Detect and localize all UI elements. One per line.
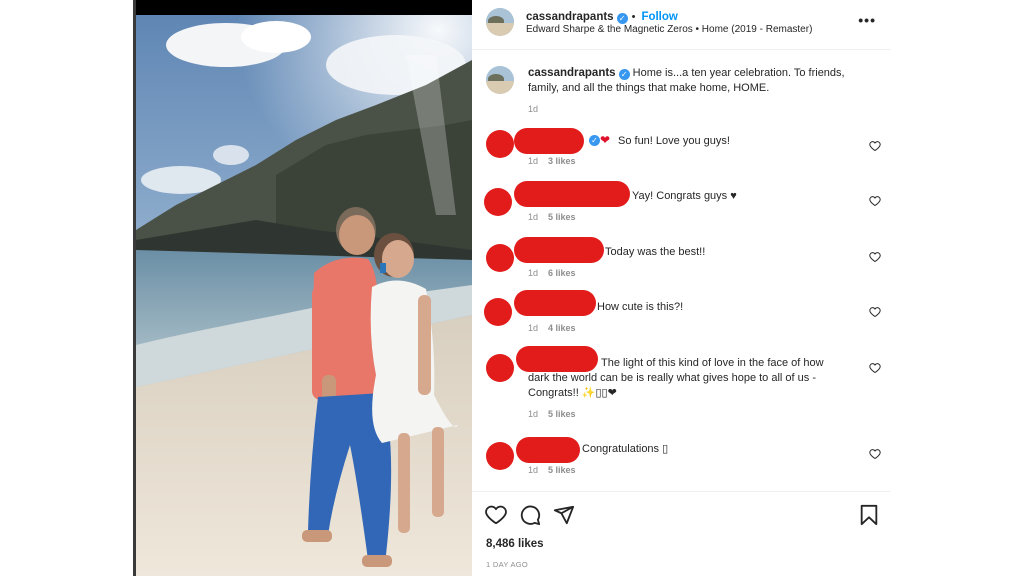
redacted-username (514, 128, 584, 154)
photo-top-bar (136, 0, 472, 15)
comment-text: Congratulations ▯ (582, 443, 669, 455)
like-comment-heart-icon[interactable] (869, 195, 881, 207)
heart-emoji: ❤ (600, 133, 611, 147)
comment-meta: 1d 5 likes (528, 409, 576, 419)
author-line: cassandrapants ✓ • Follow (526, 7, 678, 25)
comment-meta: 1d 5 likes (528, 212, 576, 222)
separator-dot: • (631, 11, 636, 23)
comment-text-line2: dark the world can be is really what giv… (528, 372, 816, 384)
comment-text: So fun! Love you guys! (618, 135, 730, 147)
redacted-username (514, 290, 596, 316)
caption-time: 1d (528, 104, 539, 114)
commenter-avatar[interactable] (484, 188, 512, 216)
comment-text: How cute is this?! (597, 301, 684, 313)
comment-time: 1d (528, 465, 539, 475)
comment-likes[interactable]: 6 likes (548, 268, 576, 278)
redacted-username (514, 181, 630, 207)
verified-icon: ✓ (589, 135, 600, 146)
redacted-username (516, 346, 598, 372)
comment-time: 1d (528, 409, 539, 419)
post-time: 1 DAY AGO (486, 560, 529, 569)
comment-time: 1d (528, 268, 539, 278)
commenter-avatar[interactable] (484, 298, 512, 326)
post-header: cassandrapants ✓ • Follow Edward Sharpe & t… (472, 0, 890, 50)
comment-text: Today was the best!! (605, 246, 706, 258)
audio-track[interactable]: Edward Sharpe & the Magnetic Zeros • Hom… (526, 24, 812, 35)
comment-likes[interactable]: 5 likes (548, 212, 576, 222)
instagram-post-view: cassandrapants ✓ • Follow Edward Sharpe & t… (0, 0, 1024, 576)
like-comment-heart-icon[interactable] (869, 306, 881, 318)
comment-text-line1: The light of this kind of love in the fa… (601, 357, 824, 369)
post-sidebar: cassandrapants ✓ • Follow Edward Sharpe & t… (472, 0, 890, 576)
commenter-avatar[interactable] (486, 354, 514, 382)
verified-icon: ✓ (616, 13, 628, 24)
comment-time: 1d (528, 156, 539, 166)
redacted-username (516, 437, 580, 463)
comment-likes[interactable]: 5 likes (548, 465, 576, 475)
like-comment-heart-icon[interactable] (869, 140, 881, 152)
verified-icon: ✓ (618, 69, 630, 80)
comment-meta: 1d 5 likes (528, 465, 576, 475)
likes-count[interactable]: 8,486 likes (486, 538, 544, 550)
like-comment-heart-icon[interactable] (869, 362, 881, 374)
comment-likes[interactable]: 3 likes (548, 156, 576, 166)
author-avatar[interactable] (486, 8, 514, 36)
comment-meta: 1d 4 likes (528, 323, 576, 333)
commenter-avatar[interactable] (486, 130, 514, 158)
post-photo[interactable] (136, 0, 472, 576)
commenter-avatar[interactable] (486, 244, 514, 272)
post-actions: 8,486 likes 1 DAY AGO (472, 491, 890, 576)
comment-text-line3: Congrats!! ✨▯▯❤ (528, 387, 617, 399)
caption-avatar[interactable] (486, 66, 514, 94)
author-username[interactable]: cassandrapants (526, 11, 614, 23)
beach-couple-image (136, 15, 472, 576)
like-comment-heart-icon[interactable] (869, 448, 881, 460)
comment-meta: 1d 3 likes (528, 156, 576, 166)
comment-time: 1d (528, 323, 539, 333)
redacted-username (514, 237, 604, 263)
comment-text: Yay! Congrats guys ♥ (632, 190, 737, 202)
comment-time: 1d (528, 212, 539, 222)
save-bookmark-icon[interactable] (858, 504, 880, 526)
follow-button[interactable]: Follow (641, 11, 677, 23)
post-caption: cassandrapants ✓ Home is...a ten year cel… (528, 66, 868, 117)
more-options-icon[interactable]: ••• (858, 12, 876, 28)
comment-likes[interactable]: 4 likes (548, 323, 576, 333)
comment-likes[interactable]: 5 likes (548, 409, 576, 419)
like-comment-heart-icon[interactable] (869, 251, 881, 263)
share-paper-plane-icon[interactable] (553, 504, 575, 526)
comment-meta: 1d 6 likes (528, 268, 576, 278)
caption-username[interactable]: cassandrapants (528, 67, 616, 79)
commenter-avatar[interactable] (486, 442, 514, 470)
like-heart-icon[interactable] (485, 504, 507, 526)
comment-bubble-icon[interactable] (519, 504, 541, 526)
